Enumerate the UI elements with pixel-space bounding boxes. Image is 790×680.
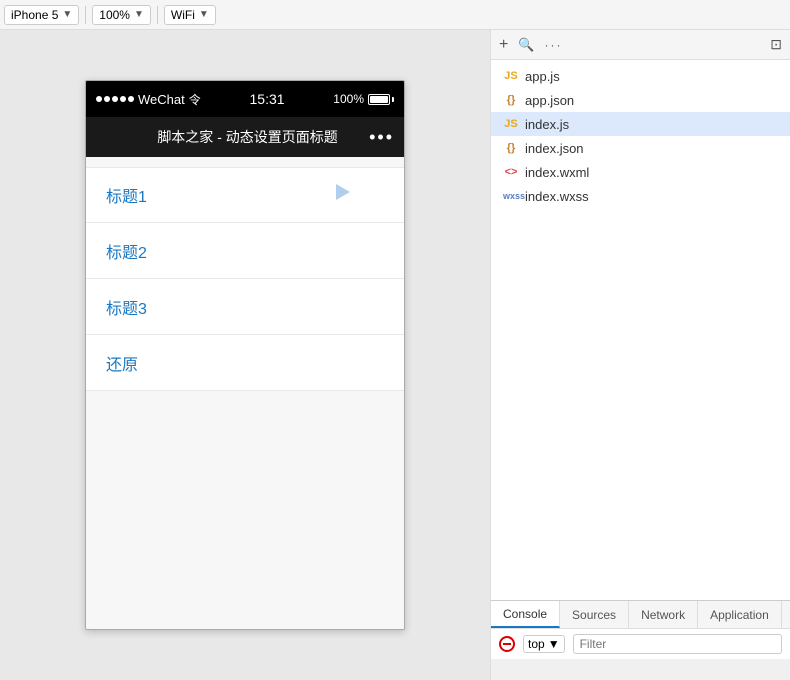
application-tab-label: Application [710,608,769,622]
toolbar-divider-1 [85,6,86,24]
file-item-indexjson[interactable]: {} index.json [491,136,790,160]
title3-label: 标题3 [106,295,147,319]
status-left: WeChat 令 [96,91,201,108]
cursor-indicator [336,184,350,200]
file-name-indexjson: index.json [525,141,584,156]
main-area: WeChat 令 15:31 100% 脚本之家 - 动态设 [0,30,790,680]
sources-tab-label: Sources [572,608,616,622]
signal-dot-1 [96,96,102,102]
file-item-indexjs[interactable]: JS index.js [491,112,790,136]
no-entry-line [503,643,511,645]
zoom-selector[interactable]: 100% ▼ [92,5,151,25]
battery-tip [392,97,394,102]
file-panel-header: + 🔍 ··· ⊡ [491,30,790,60]
search-button[interactable]: 🔍 [518,37,534,53]
js-icon-2: JS [503,118,519,130]
battery-pct-label: 100% [333,92,364,106]
signal-dot-5 [128,96,134,102]
wxml-icon: <> [503,166,519,178]
network-selector[interactable]: WiFi ▼ [164,5,216,25]
console-tab-label: Console [503,607,547,621]
js-icon: JS [503,70,519,82]
tab-console[interactable]: Console [491,601,560,628]
file-item-indexwxml[interactable]: <> index.wxml [491,160,790,184]
devtools-bottom-bar: top ▼ [491,629,790,659]
zoom-label: 100% [99,8,130,22]
title2-label: 标题2 [106,239,147,263]
clear-console-button[interactable] [499,636,515,652]
title1-label: 标题1 [106,183,147,207]
clock-display: 15:31 [250,91,285,107]
battery-icon [368,94,394,105]
network-chevron-icon: ▼ [199,9,209,20]
file-list: JS app.js {} app.json JS index.js {} ind… [491,60,790,600]
list-item-title1[interactable]: 标题1 [86,167,404,223]
network-tab-label: Network [641,608,685,622]
signal-dots [96,96,134,102]
tab-network[interactable]: Network [629,601,698,628]
navbar-more-icon[interactable]: ••• [369,127,394,148]
devtools-panel: Console Sources Network Application top [491,600,790,680]
top-toolbar: iPhone 5 ▼ 100% ▼ WiFi ▼ [0,0,790,30]
simulator-panel: WeChat 令 15:31 100% 脚本之家 - 动态设 [0,30,490,680]
restore-label: 还原 [106,351,138,375]
file-name-appjs: app.js [525,69,560,84]
devtools-tab-bar: Console Sources Network Application [491,601,790,629]
filter-input[interactable] [573,634,782,654]
device-label: iPhone 5 [11,8,58,22]
more-options-button[interactable]: ··· [545,38,563,52]
file-name-indexjs: index.js [525,117,569,132]
context-selector[interactable]: top ▼ [523,635,565,653]
wxss-icon: wxss [503,191,519,201]
file-name-indexwxss: index.wxss [525,189,589,204]
context-chevron-icon: ▼ [548,637,560,651]
status-bar: WeChat 令 15:31 100% [86,81,404,117]
wifi-icon: 令 [189,91,201,108]
tab-sources[interactable]: Sources [560,601,629,628]
add-file-button[interactable]: + [499,36,508,54]
wechat-navbar: 脚本之家 - 动态设置页面标题 ••• [86,117,404,157]
file-name-appjson: app.json [525,93,574,108]
battery-fill [370,96,388,103]
signal-dot-4 [120,96,126,102]
file-name-indexwxml: index.wxml [525,165,589,180]
json-icon-2: {} [503,142,519,154]
phone-frame: WeChat 令 15:31 100% 脚本之家 - 动态设 [85,80,405,630]
battery-body [368,94,390,105]
user-icon-button[interactable]: ⊡ [770,36,782,53]
tab-application[interactable]: Application [698,601,782,628]
navbar-title: 脚本之家 - 动态设置页面标题 [126,127,369,147]
device-selector[interactable]: iPhone 5 ▼ [4,5,79,25]
file-item-indexwxss[interactable]: wxss index.wxss [491,184,790,208]
list-item-title3[interactable]: 标题3 [86,279,404,335]
file-item-appjson[interactable]: {} app.json [491,88,790,112]
signal-dot-2 [104,96,110,102]
list-item-restore[interactable]: 还原 [86,335,404,391]
context-label: top [528,637,545,651]
file-panel-actions: + 🔍 ··· [499,36,563,54]
signal-dot-3 [112,96,118,102]
device-chevron-icon: ▼ [62,9,72,20]
right-panel: + 🔍 ··· ⊡ JS app.js {} app.json JS index… [490,30,790,680]
toolbar-divider-2 [157,6,158,24]
phone-content: 标题1 标题2 标题3 还原 [86,157,404,629]
file-item-appjs[interactable]: JS app.js [491,64,790,88]
zoom-chevron-icon: ▼ [134,9,144,20]
json-icon: {} [503,94,519,106]
status-right: 100% [333,92,394,106]
network-label: WiFi [171,8,195,22]
app-name-label: WeChat [138,92,185,107]
list-item-title2[interactable]: 标题2 [86,223,404,279]
